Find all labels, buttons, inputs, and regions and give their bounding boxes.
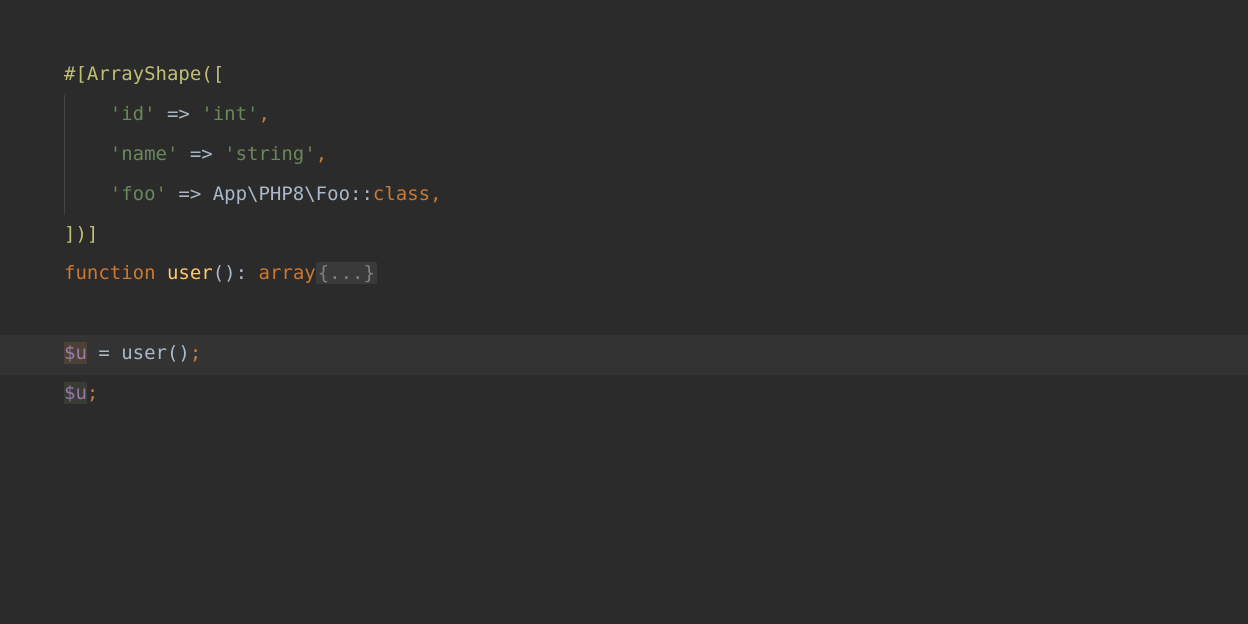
class-keyword: class — [373, 183, 430, 205]
class-path: App\PHP8\Foo — [213, 183, 350, 205]
array-key: 'id' — [110, 103, 156, 125]
arrow-operator: => — [178, 143, 224, 165]
array-value: 'string' — [224, 143, 316, 165]
arrow-operator: => — [167, 183, 213, 205]
code-line: function user(): array{...} — [64, 254, 1248, 294]
code-line: ])] — [64, 215, 1248, 255]
semicolon: ; — [87, 382, 98, 404]
arrow-operator: => — [156, 103, 202, 125]
code-editor[interactable]: #[ArrayShape([ 'id' => 'int', 'name' => … — [0, 0, 1248, 414]
return-type: array — [259, 262, 316, 284]
code-line: 'id' => 'int', — [64, 95, 1248, 135]
array-value: 'int' — [201, 103, 258, 125]
parens: () — [213, 262, 236, 284]
comma: , — [430, 183, 441, 205]
attribute-name: ArrayShape — [87, 63, 201, 85]
double-colon: :: — [350, 183, 373, 205]
attribute-open: #[ — [64, 63, 87, 85]
variable: $u — [64, 382, 87, 404]
code-line: #[ArrayShape([ — [64, 55, 1248, 95]
array-key: 'name' — [110, 143, 179, 165]
folded-block[interactable]: {...} — [316, 262, 377, 284]
function-keyword: function — [64, 262, 167, 284]
function-name: user — [167, 262, 213, 284]
attribute-close: ])] — [64, 223, 98, 245]
code-line: 'name' => 'string', — [64, 135, 1248, 175]
empty-line — [64, 294, 1248, 334]
code-line: $u; — [64, 374, 1248, 414]
colon: : — [236, 262, 259, 284]
comma: , — [259, 103, 270, 125]
array-key: 'foo' — [110, 183, 167, 205]
comma: , — [316, 143, 327, 165]
paren-bracket: ([ — [201, 63, 224, 85]
code-line: 'foo' => App\PHP8\Foo::class, — [64, 175, 1248, 215]
current-line-highlight — [0, 335, 1248, 375]
